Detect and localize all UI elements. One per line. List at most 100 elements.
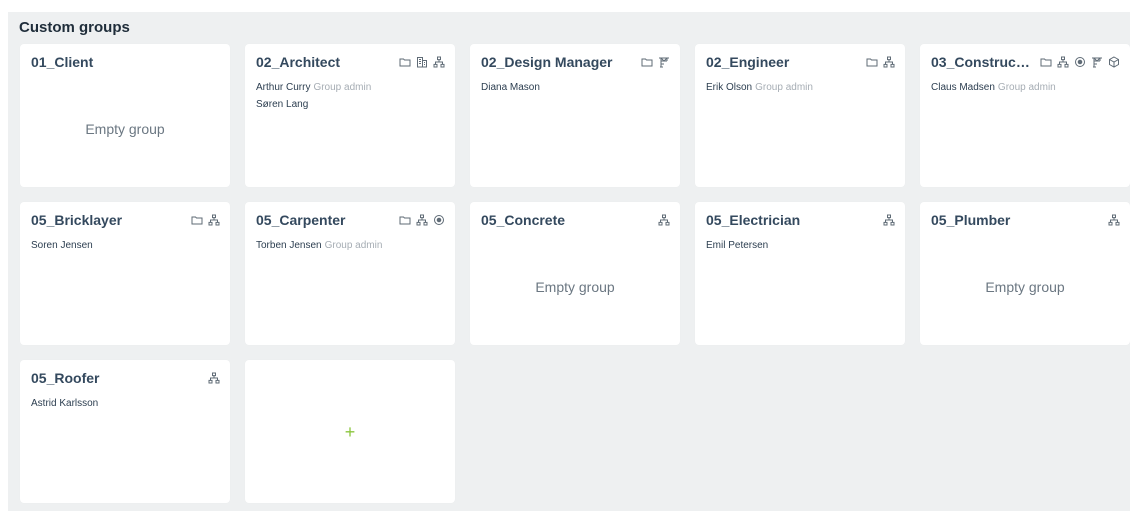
member-role: Group admin <box>997 82 1056 93</box>
member-role: Group admin <box>755 82 813 93</box>
group-card-05-electrician[interactable]: 05_Electrician Emil Petersen <box>695 202 905 345</box>
crane-icon <box>658 56 670 68</box>
member-name: Arthur Curry <box>256 82 311 93</box>
building-icon <box>416 56 428 68</box>
group-title: 05_Bricklayer <box>31 212 123 228</box>
member-role: Group admin <box>313 82 372 93</box>
card-header: 02_Engineer <box>706 53 895 71</box>
group-card-02-engineer[interactable]: 02_Engineer Erik Olson Group admin <box>695 44 905 187</box>
group-card-02-design-manager[interactable]: 02_Design Manager Diana Mason <box>470 44 680 187</box>
cube-icon <box>1108 56 1120 68</box>
member-item: Torben Jensen Group admin <box>256 237 382 254</box>
card-header: 05_Bricklayer <box>31 211 220 229</box>
group-icons <box>208 372 220 384</box>
group-icons <box>641 56 670 68</box>
folder-icon <box>191 214 203 226</box>
group-icons <box>399 214 445 226</box>
empty-group-label: Empty group <box>535 279 615 295</box>
member-item: Claus Madsen Group admin <box>931 79 1056 96</box>
group-title: 02_Engineer <box>706 54 790 70</box>
group-title: 02_Design Manager <box>481 54 613 70</box>
member-item: Diana Mason <box>481 79 540 96</box>
target-icon <box>1074 56 1086 68</box>
group-card-05-plumber[interactable]: 05_Plumber Empty group <box>920 202 1130 345</box>
member-list: Astrid Karlsson <box>31 395 98 412</box>
hierarchy-icon <box>416 214 428 226</box>
card-header: 05_Plumber <box>931 211 1120 229</box>
member-list: Emil Petersen <box>706 237 768 254</box>
member-name: Søren Lang <box>256 99 309 110</box>
member-item: Soren Jensen <box>31 237 93 254</box>
group-card-05-roofer[interactable]: 05_Roofer Astrid Karlsson <box>20 360 230 503</box>
member-list: Soren Jensen <box>31 237 93 254</box>
group-icons <box>658 214 670 226</box>
folder-icon <box>641 56 653 68</box>
group-card-03-constructi[interactable]: 03_Constructi... Claus Madsen Group admin <box>920 44 1130 187</box>
group-title: 05_Plumber <box>931 212 1011 228</box>
card-header: 05_Carpenter <box>256 211 445 229</box>
hierarchy-icon <box>658 214 670 226</box>
group-icons <box>1040 56 1120 68</box>
hierarchy-icon <box>1057 56 1069 68</box>
hierarchy-icon <box>1108 214 1120 226</box>
member-list: Diana Mason <box>481 79 540 96</box>
empty-group-label: Empty group <box>985 279 1065 295</box>
member-role: Group admin <box>324 240 383 251</box>
member-list: Claus Madsen Group admin <box>931 79 1056 96</box>
card-header: 05_Roofer <box>31 369 220 387</box>
group-icons <box>866 56 895 68</box>
group-title: 05_Roofer <box>31 370 100 386</box>
crane-icon <box>1091 56 1103 68</box>
group-card-02-architect[interactable]: 02_Architect Arthur Curry Group admin Søren… <box>245 44 455 187</box>
folder-icon <box>399 214 411 226</box>
folder-icon <box>866 56 878 68</box>
group-title: 02_Architect <box>256 54 341 70</box>
card-header: 05_Electrician <box>706 211 895 229</box>
empty-group-label: Empty group <box>85 121 165 137</box>
hierarchy-icon <box>433 56 445 68</box>
card-header: 01_Client <box>31 53 220 71</box>
group-card-05-carpenter[interactable]: 05_Carpenter Torben Jensen Group admin <box>245 202 455 345</box>
add-group-card[interactable]: + <box>245 360 455 503</box>
group-title: 05_Electrician <box>706 212 801 228</box>
member-item: Søren Lang <box>256 96 371 113</box>
hierarchy-icon <box>208 372 220 384</box>
target-icon <box>433 214 445 226</box>
card-header: 02_Architect <box>256 53 445 71</box>
group-icons <box>191 214 220 226</box>
member-item: Arthur Curry Group admin <box>256 79 371 96</box>
folder-icon <box>1040 56 1052 68</box>
card-header: 05_Concrete <box>481 211 670 229</box>
group-title: 01_Client <box>31 54 94 70</box>
group-icons <box>399 56 445 68</box>
group-title: 03_Constructi... <box>931 54 1034 70</box>
hierarchy-icon <box>883 214 895 226</box>
card-header: 02_Design Manager <box>481 53 670 71</box>
group-title: 05_Concrete <box>481 212 566 228</box>
group-icons <box>1108 214 1120 226</box>
card-header: 03_Constructi... <box>931 53 1120 71</box>
group-card-01-client[interactable]: 01_Client Empty group <box>20 44 230 187</box>
member-name: Torben Jensen <box>256 240 322 251</box>
group-card-05-concrete[interactable]: 05_Concrete Empty group <box>470 202 680 345</box>
group-title: 05_Carpenter <box>256 212 346 228</box>
member-list: Erik Olson Group admin <box>706 79 813 96</box>
member-list: Torben Jensen Group admin <box>256 237 382 254</box>
hierarchy-icon <box>883 56 895 68</box>
folder-icon <box>399 56 411 68</box>
member-name: Astrid Karlsson <box>31 398 99 409</box>
plus-icon[interactable]: + <box>245 422 455 443</box>
member-name: Soren Jensen <box>31 240 93 251</box>
hierarchy-icon <box>208 214 220 226</box>
section-title: Custom groups <box>19 19 130 36</box>
member-item: Emil Petersen <box>706 237 768 254</box>
member-item: Erik Olson Group admin <box>706 79 813 96</box>
member-name: Emil Petersen <box>706 240 769 251</box>
group-card-05-bricklayer[interactable]: 05_Bricklayer Soren Jensen <box>20 202 230 345</box>
member-name: Erik Olson <box>706 82 753 93</box>
group-icons <box>883 214 895 226</box>
member-item: Astrid Karlsson <box>31 395 98 412</box>
member-list: Arthur Curry Group admin Søren Lang <box>256 79 371 113</box>
member-name: Claus Madsen <box>931 82 995 93</box>
member-name: Diana Mason <box>481 82 540 93</box>
